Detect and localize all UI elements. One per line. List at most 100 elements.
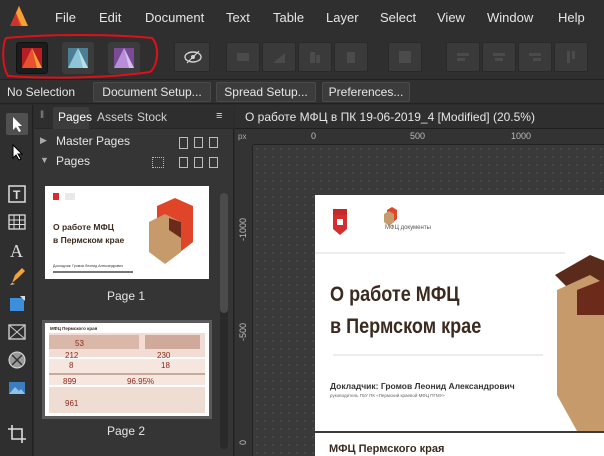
distribute-button[interactable] [262,42,296,72]
tools-panel: T A [0,105,33,456]
thumb2-num-8: 18 [161,361,170,370]
tab-assets[interactable]: Assets [97,110,133,124]
annotation-ellipse [2,34,158,79]
preview-mode-button[interactable] [174,42,210,72]
page-2-label: Page 2 [106,424,146,438]
menu-text[interactable]: Text [226,10,250,25]
image-icon [9,382,25,394]
menu-layer[interactable]: Layer [326,10,359,25]
menu-edit[interactable]: Edit [99,10,121,25]
ellipse-frame-tool[interactable] [6,349,28,371]
align-button[interactable] [226,42,260,72]
thumb2-header: МФЦ Пермского края [50,326,98,331]
ruler-left-minus-500: -500 [238,322,248,341]
menu-select[interactable]: Select [380,10,416,25]
thumb1-title-line2: в Пермском крае [53,235,125,245]
node-tool[interactable] [6,141,28,163]
align-center-icon [493,53,505,61]
align-left-button[interactable] [446,42,480,72]
master-pages-header[interactable]: Master Pages [56,134,130,148]
menu-table[interactable]: Table [273,10,304,25]
pen-icon [10,268,25,285]
slide-title-line1: О работе МФЦ [330,283,460,306]
ruler-unit[interactable]: px [235,129,253,145]
master-pages-list-icon[interactable] [179,137,188,149]
move-arrow-icon [13,117,22,132]
menu-view[interactable]: View [437,10,465,25]
vertical-ruler[interactable]: -1000 -500 0 [235,145,253,456]
artistic-text-icon: A [10,241,23,261]
thumb2-num-5: 96.95% [127,377,155,386]
thumb2-num-4: 899 [63,377,77,386]
shape-tool[interactable] [6,293,28,315]
place-image-tool[interactable] [6,377,28,399]
tab-pages[interactable]: Pages [58,110,92,124]
thumb2-num-2: 212 [65,351,79,360]
document-setup-button[interactable]: Document Setup... [93,82,211,102]
page2-title: МФЦ Пермского края [329,443,445,455]
frame-text-tool[interactable]: T [6,183,28,205]
slide-page-1[interactable]: МФЦ документы О работе МФЦ в Пермском кр… [315,195,604,431]
slide-page-2[interactable]: МФЦ Пермского края [315,433,604,456]
toolbar [0,34,604,80]
ruler-top-1000: 1000 [511,131,532,141]
pages-add-icon[interactable] [194,157,203,168]
menu-window[interactable]: Window [487,10,533,25]
page-thumbnail-2[interactable]: МФЦ Пермского края 53 212 8 899 96.95% 9… [42,320,212,419]
align-top-icon [567,51,575,63]
rotate-icon [347,52,355,63]
thumb2-num-3: 8 [69,361,74,370]
master-pages-delete-icon[interactable] [209,137,218,148]
mfc-logo-text: МФЦ документы [385,225,431,231]
page-thumbnail-1[interactable]: О работе МФЦ в Пермском крае Докладчик: … [45,186,209,279]
panel-menu-icon[interactable]: ≡ [216,110,222,122]
pages-delete-icon[interactable] [209,157,218,168]
flip-icon [310,52,320,63]
table-tool[interactable] [6,211,28,233]
table-icon [8,214,26,230]
align-center-button[interactable] [482,42,516,72]
pen-tool[interactable] [6,265,28,287]
thumb1-title-line1: О работе МФЦ [53,222,114,232]
master-pages-chevron-icon[interactable]: ▶ [40,135,47,146]
pages-chevron-icon[interactable]: ▼ [40,155,49,165]
flip-button[interactable] [298,42,332,72]
menu-file[interactable]: File [55,10,76,25]
slide-reporter-subtitle: руководитель ГБУ ПК «Пермский краевой МФ… [330,393,445,398]
document-area: О работе МФЦ в ПК 19-06-2019_4 [Modified… [235,105,604,456]
pages-grid-icon[interactable] [152,157,164,168]
move-tool[interactable] [6,113,28,135]
align-right-icon [529,53,541,61]
ellipse-frame-icon [8,351,26,369]
svg-text:T: T [13,188,21,202]
spread-setup-button[interactable]: Spread Setup... [216,82,316,102]
horizontal-ruler[interactable]: 0 500 1000 [253,129,604,145]
pages-header[interactable]: Pages [56,154,90,168]
ruler-top-500: 500 [410,131,426,141]
ruler-left-0: 0 [238,439,248,445]
artistic-text-tool[interactable]: A [6,239,28,261]
panel-grip-icon[interactable]: ‖ [40,110,44,121]
document-tab-title: О работе МФЦ в ПК 19-06-2019_4 [Modified… [245,110,535,124]
svg-text:A: A [10,241,23,261]
master-pages-add-icon[interactable] [194,137,203,148]
thumb2-num-6: 961 [65,399,79,408]
document-canvas[interactable]: МФЦ документы О работе МФЦ в Пермском кр… [253,145,604,456]
picture-frame-tool[interactable] [6,321,28,343]
menu-help[interactable]: Help [558,10,585,25]
frame-text-icon: T [8,185,26,203]
crop-tool[interactable] [6,423,28,445]
arrange-icon [399,51,411,63]
pages-scrollbar-thumb[interactable] [220,193,228,313]
tab-stock[interactable]: Stock [137,110,167,124]
rotate-button[interactable] [334,42,368,72]
panel-tabs: ‖ Pages Assets Stock ≡ [34,105,234,129]
align-top-button[interactable] [554,42,588,72]
arrange-button[interactable] [388,42,422,72]
context-toolbar: No Selection Document Setup... Spread Se… [0,80,604,104]
menu-document[interactable]: Document [145,10,204,25]
align-right-button[interactable] [518,42,552,72]
preferences-button[interactable]: Preferences... [322,82,410,102]
pages-layout-icon[interactable] [179,157,188,168]
document-tab[interactable]: О работе МФЦ в ПК 19-06-2019_4 [Modified… [235,105,604,129]
